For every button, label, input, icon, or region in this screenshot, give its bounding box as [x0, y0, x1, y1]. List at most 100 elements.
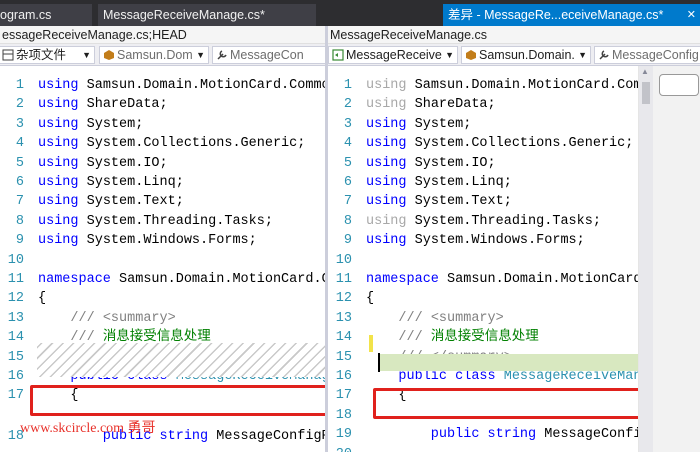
- tab-program[interactable]: ogram.cs: [0, 4, 92, 26]
- csharp-project-icon: [332, 49, 344, 61]
- code-line[interactable]: 13 /// <summary>: [0, 309, 325, 328]
- code-token: System;: [406, 116, 472, 132]
- code-text: /// <summary>: [38, 309, 175, 328]
- line-number: 16: [335, 369, 352, 384]
- code-token: namespace: [38, 272, 111, 287]
- code-token: Samsun.Domain.MotionCard.Common: [78, 78, 325, 93]
- left-member-dropdown[interactable]: MessageCon: [212, 46, 325, 64]
- code-text: using Samsun.Domain.MotionCard.Com: [366, 76, 641, 95]
- code-token: System.Text;: [406, 194, 512, 210]
- watermark-text: www.skcircle.com 勇哥: [20, 421, 156, 436]
- left-project-label: 杂项文件: [16, 48, 67, 62]
- line-number: 15: [7, 349, 24, 365]
- code-token: using: [38, 213, 79, 229]
- code-line[interactable]: 4 using System.Collections.Generic;: [0, 134, 325, 153]
- close-icon[interactable]: ✕: [687, 4, 696, 26]
- code-text: /// 消息接受信息处理: [366, 328, 538, 347]
- tab-diff[interactable]: 差异 - MessageRe...eceiveManage.cs* ✕: [443, 4, 700, 26]
- code-text: using System.IO;: [366, 154, 496, 173]
- code-token: {: [38, 291, 47, 307]
- added-line-highlight: [378, 354, 640, 371]
- code-line[interactable]: 1 using Samsun.Domain.MotionCard.Common: [0, 76, 325, 95]
- code-token: <summary>: [430, 310, 504, 326]
- code-token: using: [38, 97, 79, 113]
- code-line[interactable]: 11 namespace Samsun.Domain.MotionCard.Co: [0, 270, 325, 289]
- chevron-up-icon[interactable]: ▲: [641, 67, 649, 76]
- code-token: using: [366, 213, 407, 229]
- vertical-scrollbar[interactable]: ▲: [639, 66, 653, 452]
- code-token: System.Linq;: [78, 175, 184, 190]
- diff-right-pane: MessageReceiveManage.cs MessageReceive ▼…: [328, 26, 700, 452]
- code-token: public: [366, 427, 480, 443]
- code-text: using System;: [38, 115, 143, 134]
- right-member-label: MessageConfig: [612, 48, 699, 62]
- line-number: 15: [335, 349, 352, 365]
- code-token: System.Threading.Tasks;: [78, 213, 273, 229]
- code-line[interactable]: 5 using System.IO;: [0, 154, 325, 173]
- chevron-down-icon: ▼: [196, 50, 205, 60]
- line-number: 5: [15, 155, 24, 171]
- right-project-dropdown[interactable]: MessageReceive ▼: [328, 46, 458, 64]
- right-member-dropdown[interactable]: MessageConfig: [594, 46, 700, 64]
- code-line[interactable]: 7 using System.Text;: [0, 192, 325, 211]
- code-token: System;: [78, 116, 144, 132]
- code-token: System.Windows.Forms;: [406, 233, 585, 249]
- code-token: using: [38, 155, 79, 171]
- code-token: using: [366, 155, 407, 171]
- line-number: 1: [343, 78, 352, 93]
- chevron-down-icon: ▼: [82, 50, 91, 60]
- code-text: using System.Text;: [366, 192, 512, 211]
- code-text: using System.Threading.Tasks;: [38, 212, 273, 231]
- code-text: {: [38, 289, 46, 308]
- code-line[interactable]: 9 using System.Windows.Forms;: [0, 231, 325, 250]
- right-type-label: Samsun.Domain.: [479, 48, 575, 62]
- chevron-down-icon: ▼: [578, 50, 587, 60]
- code-line[interactable]: 2 using ShareData;: [0, 95, 325, 114]
- left-project-dropdown[interactable]: 杂项文件 ▼: [0, 46, 95, 64]
- line-number: 17: [335, 388, 352, 404]
- code-token: using: [366, 233, 407, 249]
- code-token: Samsun.Domain.MotionCard.Com: [406, 78, 642, 93]
- code-token: System.Threading.Tasks;: [406, 213, 601, 229]
- overview-viewport-box[interactable]: [659, 74, 699, 96]
- left-type-label: Samsun.Dom: [117, 48, 193, 62]
- right-project-label: MessageReceive: [346, 48, 442, 62]
- code-text: using ShareData;: [38, 95, 168, 114]
- line-number: 18: [335, 407, 352, 423]
- line-number: 4: [15, 136, 24, 152]
- highlight-box-right: [373, 388, 654, 419]
- line-number: 12: [7, 291, 24, 307]
- code-text: using System.Linq;: [38, 173, 184, 192]
- chevron-down-icon: ▼: [445, 50, 454, 60]
- code-token: System.Windows.Forms;: [78, 233, 257, 249]
- tab-message-receive-manage[interactable]: MessageReceiveManage.cs*: [98, 4, 316, 26]
- diff-left-pane: essageReceiveManage.cs;HEAD 杂项文件 ▼ Samsu…: [0, 26, 325, 452]
- line-number: 8: [15, 213, 24, 229]
- code-line[interactable]: 6 using System.Linq;: [0, 173, 325, 192]
- code-token: MessageConfigP: [208, 429, 325, 445]
- line-number: 14: [335, 330, 352, 346]
- code-text: using Samsun.Domain.MotionCard.Common: [38, 76, 325, 95]
- code-token: ///: [366, 310, 431, 326]
- code-token: string: [479, 427, 537, 443]
- scrollbar-thumb[interactable]: [642, 82, 650, 104]
- code-text: using ShareData;: [366, 95, 496, 114]
- code-text: using System.Windows.Forms;: [38, 231, 257, 250]
- code-line[interactable]: 8 using System.Threading.Tasks;: [0, 212, 325, 231]
- highlight-box-left: [30, 385, 325, 416]
- right-type-dropdown[interactable]: Samsun.Domain. ▼: [461, 46, 591, 64]
- deleted-lines-hatch: [37, 343, 325, 377]
- line-number: 11: [7, 272, 24, 287]
- line-number: 5: [343, 155, 352, 171]
- code-line[interactable]: 12 {: [0, 289, 325, 308]
- left-type-dropdown[interactable]: Samsun.Dom ▼: [99, 46, 209, 64]
- code-token: System.IO;: [78, 155, 168, 171]
- code-line[interactable]: 3 using System;: [0, 115, 325, 134]
- code-text: using System.Text;: [38, 192, 184, 211]
- code-line[interactable]: 10: [0, 251, 325, 270]
- code-text: namespace Samsun.Domain.MotionCard.Co: [38, 270, 325, 289]
- line-number: 1: [15, 78, 24, 93]
- text-caret: [378, 353, 380, 372]
- code-token: using: [366, 136, 407, 152]
- line-number: 3: [15, 116, 24, 132]
